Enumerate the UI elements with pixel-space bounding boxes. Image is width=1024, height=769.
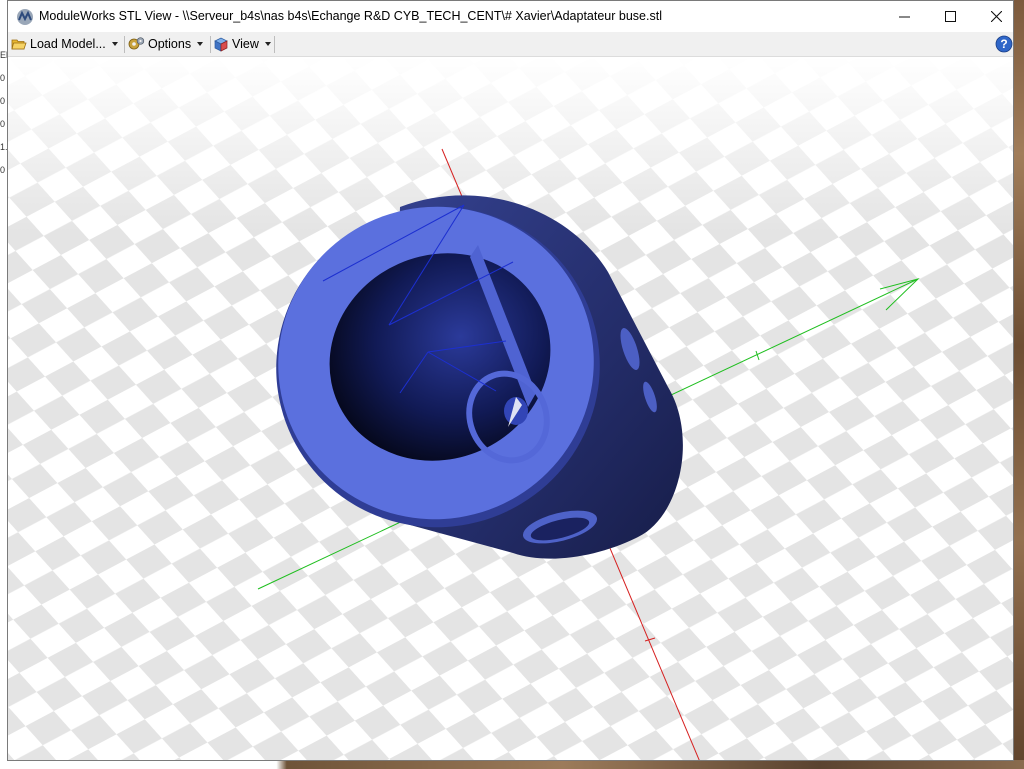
- toolbar-separator: [210, 36, 211, 53]
- maximize-button[interactable]: [927, 1, 973, 32]
- view-label: View: [232, 37, 259, 51]
- chevron-down-icon[interactable]: [264, 42, 271, 46]
- toolbar: Load Model... Options View ?: [8, 32, 1013, 57]
- view-button[interactable]: View: [213, 34, 271, 54]
- load-model-button[interactable]: Load Model...: [11, 34, 118, 54]
- gears-icon: [128, 37, 145, 50]
- 3d-viewport[interactable]: [8, 57, 1014, 761]
- scene-canvas[interactable]: [8, 57, 1014, 761]
- stl-view-window: ModuleWorks STL View - \\Serveur_b4s\nas…: [7, 0, 1014, 761]
- folder-open-icon: [11, 39, 27, 50]
- maximize-icon: [944, 11, 956, 22]
- help-label: ?: [1000, 37, 1007, 51]
- chevron-down-icon[interactable]: [197, 42, 204, 46]
- load-model-label: Load Model...: [30, 37, 106, 51]
- minimize-icon: [898, 16, 910, 18]
- moduleworks-logo-icon: [17, 9, 33, 25]
- toolbar-separator: [124, 36, 125, 53]
- title-bar[interactable]: ModuleWorks STL View - \\Serveur_b4s\nas…: [8, 1, 1013, 32]
- close-button[interactable]: [973, 1, 1013, 32]
- minimize-button[interactable]: [881, 1, 927, 32]
- cube-view-icon: [214, 37, 228, 52]
- options-label: Options: [148, 37, 192, 51]
- close-icon: [990, 11, 1002, 22]
- window-title: ModuleWorks STL View - \\Serveur_b4s\nas…: [39, 9, 662, 23]
- options-button[interactable]: Options: [128, 34, 204, 54]
- desktop-wallpaper-bottom: [0, 760, 1024, 769]
- chevron-down-icon[interactable]: [111, 42, 118, 46]
- toolbar-separator: [274, 36, 275, 53]
- desktop-wallpaper-right: [1014, 0, 1024, 769]
- help-icon[interactable]: ?: [995, 35, 1013, 53]
